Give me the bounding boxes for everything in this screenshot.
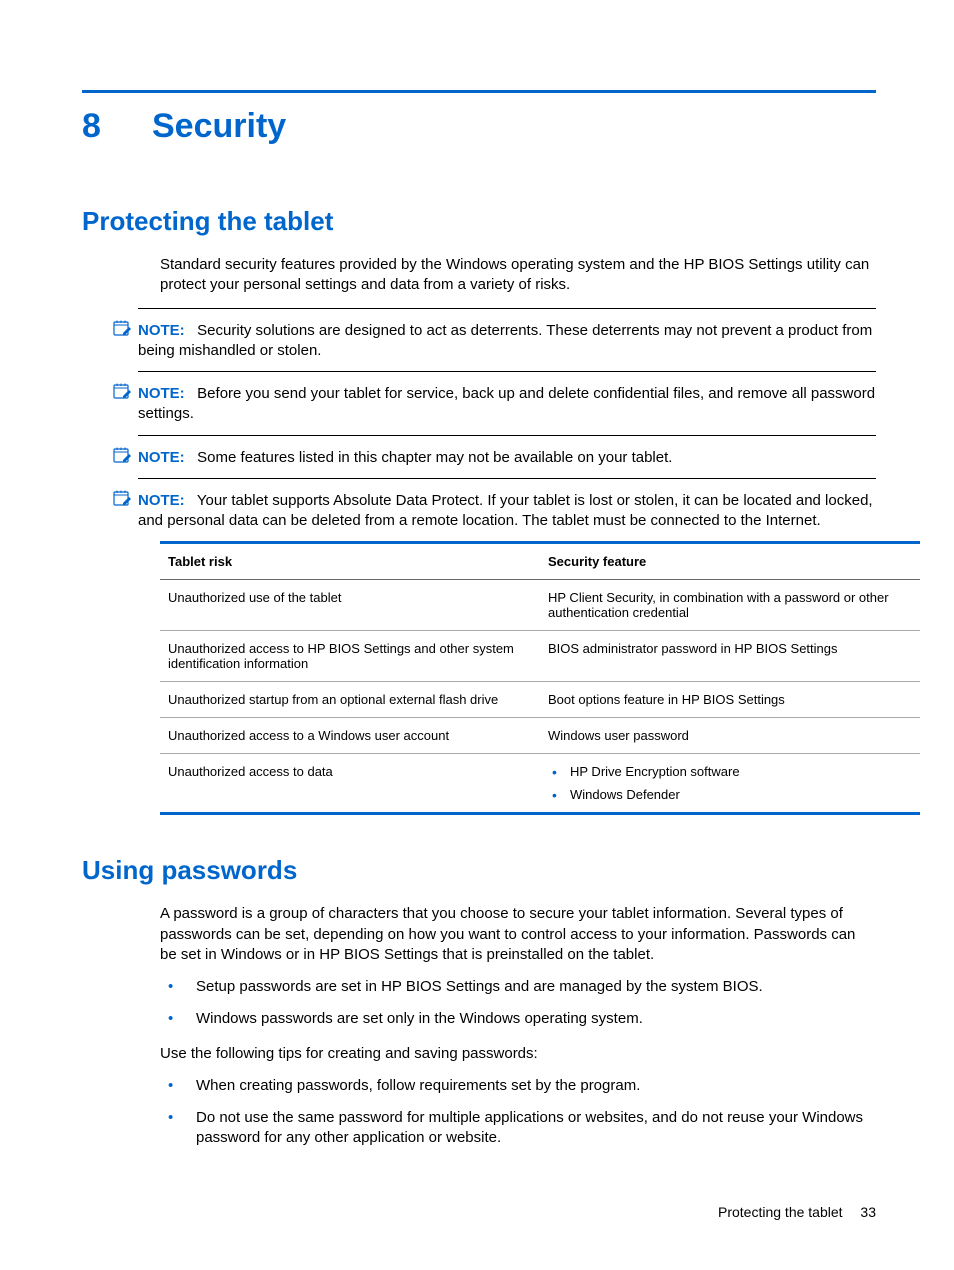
note-block: NOTE: Your tablet supports Absolute Data…	[138, 478, 876, 532]
risk-cell: Unauthorized access to data	[160, 754, 540, 814]
chapter-heading: 8Security	[82, 107, 876, 146]
note-icon	[112, 382, 132, 400]
note-text: NOTE: Some features listed in this chapt…	[138, 442, 876, 468]
list-item: Windows passwords are set only in the Wi…	[160, 1009, 876, 1029]
list-item: Setup passwords are set in HP BIOS Setti…	[160, 977, 876, 997]
chapter-rule	[82, 90, 876, 93]
table-row: Unauthorized access to dataHP Drive Encr…	[160, 754, 920, 814]
feature-cell: BIOS administrator password in HP BIOS S…	[540, 631, 920, 682]
password-tips-list: When creating passwords, follow requirem…	[160, 1076, 876, 1149]
list-item: Do not use the same password for multipl…	[160, 1108, 876, 1149]
note-label: NOTE:	[138, 322, 185, 339]
note-label: NOTE:	[138, 385, 185, 402]
table-header-feature: Security feature	[540, 543, 920, 580]
chapter-title: Security	[152, 107, 286, 145]
note-block: NOTE: Before you send your tablet for se…	[138, 371, 876, 425]
feature-cell: Windows user password	[540, 718, 920, 754]
chapter-number: 8	[82, 107, 152, 146]
note-text: NOTE: Security solutions are designed to…	[138, 315, 876, 362]
table-row: Unauthorized use of the tabletHP Client …	[160, 580, 920, 631]
risk-cell: Unauthorized use of the tablet	[160, 580, 540, 631]
password-types-list: Setup passwords are set in HP BIOS Setti…	[160, 977, 876, 1030]
risk-cell: Unauthorized startup from an optional ex…	[160, 682, 540, 718]
section1-intro: Standard security features provided by t…	[160, 255, 876, 296]
note-text: NOTE: Your tablet supports Absolute Data…	[138, 485, 876, 532]
footer-section: Protecting the tablet	[718, 1204, 843, 1220]
table-row: Unauthorized access to HP BIOS Settings …	[160, 631, 920, 682]
note-text: NOTE: Before you send your tablet for se…	[138, 378, 876, 425]
list-item: When creating passwords, follow requirem…	[160, 1076, 876, 1096]
feature-cell: Boot options feature in HP BIOS Settings	[540, 682, 920, 718]
risk-feature-table: Tablet risk Security feature Unauthorize…	[160, 541, 920, 815]
feature-cell: HP Client Security, in combination with …	[540, 580, 920, 631]
note-block: NOTE: Some features listed in this chapt…	[138, 435, 876, 468]
note-icon	[112, 319, 132, 337]
table-row: Unauthorized access to a Windows user ac…	[160, 718, 920, 754]
note-icon	[112, 446, 132, 464]
section-heading-protecting: Protecting the tablet	[82, 206, 876, 237]
page-footer: Protecting the tablet 33	[718, 1204, 876, 1220]
table-header-risk: Tablet risk	[160, 543, 540, 580]
feature-cell: HP Drive Encryption software Windows Defe…	[540, 754, 920, 814]
note-block: NOTE: Security solutions are designed to…	[138, 308, 876, 362]
note-label: NOTE:	[138, 492, 185, 509]
section2-intro: A password is a group of characters that…	[160, 904, 876, 965]
table-row: Unauthorized startup from an optional ex…	[160, 682, 920, 718]
risk-cell: Unauthorized access to HP BIOS Settings …	[160, 631, 540, 682]
note-label: NOTE:	[138, 449, 185, 466]
feature-list-item: Windows Defender	[548, 787, 912, 802]
note-container: NOTE: Security solutions are designed to…	[138, 308, 876, 532]
footer-page-number: 33	[860, 1204, 876, 1220]
tips-intro: Use the following tips for creating and …	[160, 1044, 876, 1064]
risk-cell: Unauthorized access to a Windows user ac…	[160, 718, 540, 754]
note-icon	[112, 489, 132, 507]
section-heading-passwords: Using passwords	[82, 855, 876, 886]
feature-list-item: HP Drive Encryption software	[548, 764, 912, 779]
feature-list: HP Drive Encryption software Windows Defe…	[548, 764, 912, 802]
